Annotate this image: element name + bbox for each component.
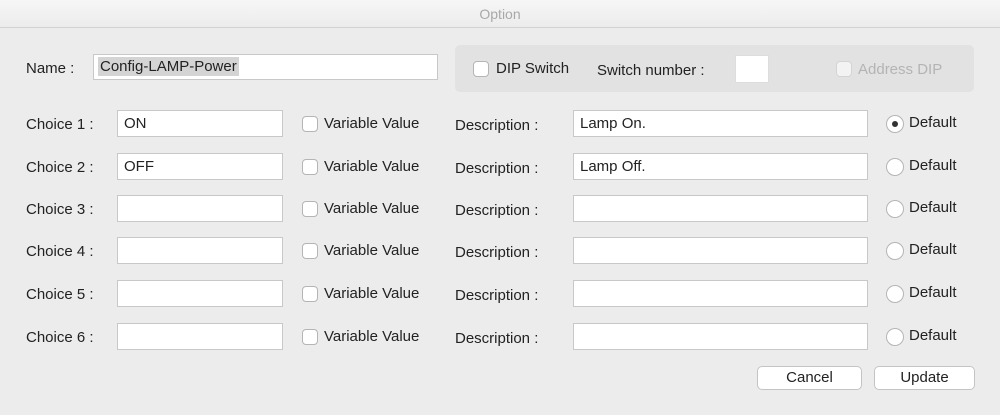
cancel-button[interactable]: Cancel xyxy=(757,366,862,390)
choice-label: Choice 3 : xyxy=(26,201,94,218)
default-radio[interactable] xyxy=(886,115,904,133)
variable-value-label: Variable Value xyxy=(324,158,420,175)
description-label: Description : xyxy=(455,287,539,304)
variable-value-checkbox[interactable] xyxy=(302,286,318,302)
choice-label: Choice 6 : xyxy=(26,329,94,346)
dip-switch-label: DIP Switch xyxy=(496,60,570,77)
window-title: Option xyxy=(0,0,1000,28)
description-input[interactable] xyxy=(573,195,868,222)
variable-value-label: Variable Value xyxy=(324,115,420,132)
description-label: Description : xyxy=(455,160,539,177)
address-dip-checkbox[interactable] xyxy=(836,61,852,77)
default-label: Default xyxy=(909,199,957,216)
description-label: Description : xyxy=(455,117,539,134)
default-label: Default xyxy=(909,241,957,258)
description-input[interactable]: Lamp Off. xyxy=(573,153,868,180)
dip-switch-checkbox[interactable] xyxy=(473,61,489,77)
default-radio[interactable] xyxy=(886,328,904,346)
switch-number-label: Switch number : xyxy=(597,62,705,79)
choice-label: Choice 1 : xyxy=(26,116,94,133)
default-label: Default xyxy=(909,327,957,344)
choice-label: Choice 2 : xyxy=(26,159,94,176)
choice-value-input[interactable]: ON xyxy=(117,110,283,137)
variable-value-label: Variable Value xyxy=(324,242,420,259)
description-input[interactable]: Lamp On. xyxy=(573,110,868,137)
choice-label: Choice 5 : xyxy=(26,286,94,303)
variable-value-checkbox[interactable] xyxy=(302,329,318,345)
description-input[interactable] xyxy=(573,237,868,264)
variable-value-label: Variable Value xyxy=(324,328,420,345)
switch-number-input[interactable] xyxy=(735,55,769,83)
name-value: Config-LAMP-Power xyxy=(98,57,239,76)
default-radio[interactable] xyxy=(886,158,904,176)
description-input[interactable] xyxy=(573,323,868,350)
description-label: Description : xyxy=(455,202,539,219)
description-label: Description : xyxy=(455,330,539,347)
choice-value-input[interactable] xyxy=(117,195,283,222)
address-dip-label: Address DIP xyxy=(858,61,943,78)
default-label: Default xyxy=(909,157,957,174)
default-radio[interactable] xyxy=(886,242,904,260)
variable-value-checkbox[interactable] xyxy=(302,243,318,259)
default-label: Default xyxy=(909,284,957,301)
variable-value-checkbox[interactable] xyxy=(302,201,318,217)
default-radio[interactable] xyxy=(886,200,904,218)
variable-value-label: Variable Value xyxy=(324,285,420,302)
description-label: Description : xyxy=(455,244,539,261)
default-label: Default xyxy=(909,114,957,131)
choice-value-input[interactable] xyxy=(117,323,283,350)
description-input[interactable] xyxy=(573,280,868,307)
variable-value-label: Variable Value xyxy=(324,200,420,217)
variable-value-checkbox[interactable] xyxy=(302,159,318,175)
choice-value-input[interactable]: OFF xyxy=(117,153,283,180)
default-radio[interactable] xyxy=(886,285,904,303)
choice-value-input[interactable] xyxy=(117,280,283,307)
variable-value-checkbox[interactable] xyxy=(302,116,318,132)
name-label: Name : xyxy=(26,60,75,77)
choice-value-input[interactable] xyxy=(117,237,283,264)
update-button[interactable]: Update xyxy=(874,366,975,390)
name-input[interactable]: Config-LAMP-Power xyxy=(93,54,438,80)
choice-label: Choice 4 : xyxy=(26,243,94,260)
